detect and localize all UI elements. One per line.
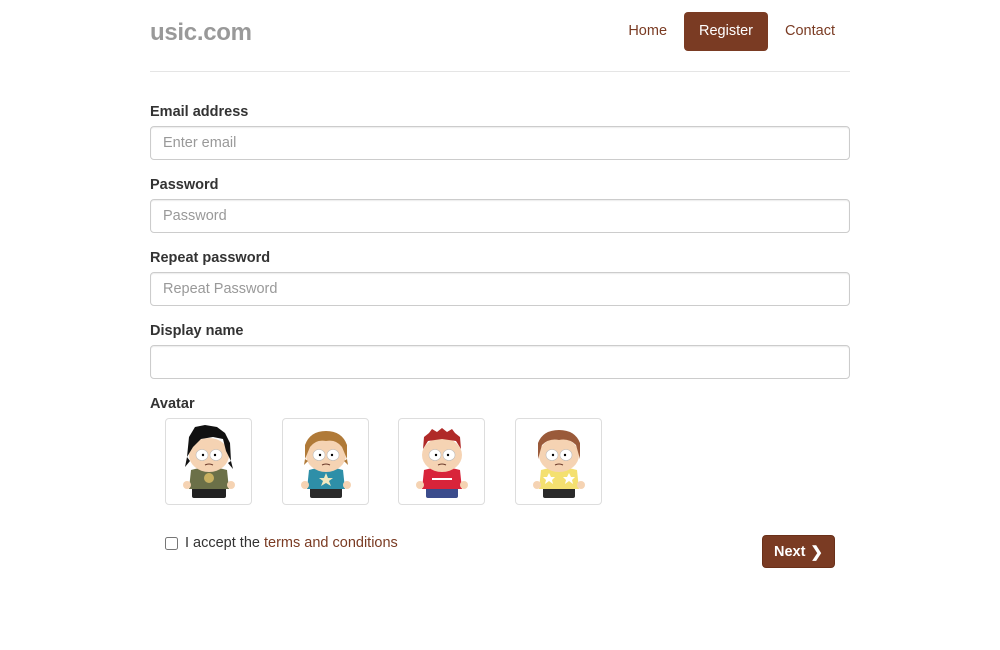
next-button[interactable]: Next ❯ — [762, 535, 835, 568]
terms-link[interactable]: terms and conditions — [264, 535, 398, 551]
email-input[interactable] — [150, 126, 850, 160]
password-label: Password — [150, 177, 219, 193]
avatar-option-1[interactable] — [165, 418, 252, 505]
avatar-label: Avatar — [150, 396, 195, 412]
nav-contact[interactable]: Contact — [770, 12, 850, 51]
repeat-password-label: Repeat password — [150, 250, 271, 266]
avatar-option-3[interactable] — [398, 418, 485, 505]
avatar-option-4[interactable] — [515, 418, 602, 505]
terms-row: I accept the terms and conditions — [165, 535, 398, 551]
avatar-black-hair-icon — [183, 425, 235, 498]
password-input[interactable] — [150, 199, 850, 233]
repeat-password-input[interactable] — [150, 272, 850, 306]
chevron-right-icon: ❯ — [810, 543, 823, 561]
next-button-label: Next — [773, 543, 806, 560]
avatar-option-2[interactable] — [282, 418, 369, 505]
avatar-brown-hair-icon — [533, 430, 585, 498]
terms-prefix: I accept the — [185, 535, 260, 551]
email-label: Email address — [150, 104, 249, 120]
nav: Home Register Contact — [613, 12, 850, 51]
brand-logo[interactable]: usic.com — [150, 19, 252, 47]
avatar-red-hair-icon — [416, 428, 468, 498]
nav-home[interactable]: Home — [613, 12, 682, 51]
display-name-input[interactable] — [150, 345, 850, 379]
terms-checkbox[interactable] — [165, 536, 178, 550]
page-container: usic.com Home Register Contact Email add… — [150, 0, 850, 568]
header: usic.com Home Register Contact — [150, 0, 850, 72]
nav-register[interactable]: Register — [684, 12, 769, 51]
display-name-label: Display name — [150, 323, 244, 339]
avatar-blond-hair-icon — [301, 431, 351, 498]
